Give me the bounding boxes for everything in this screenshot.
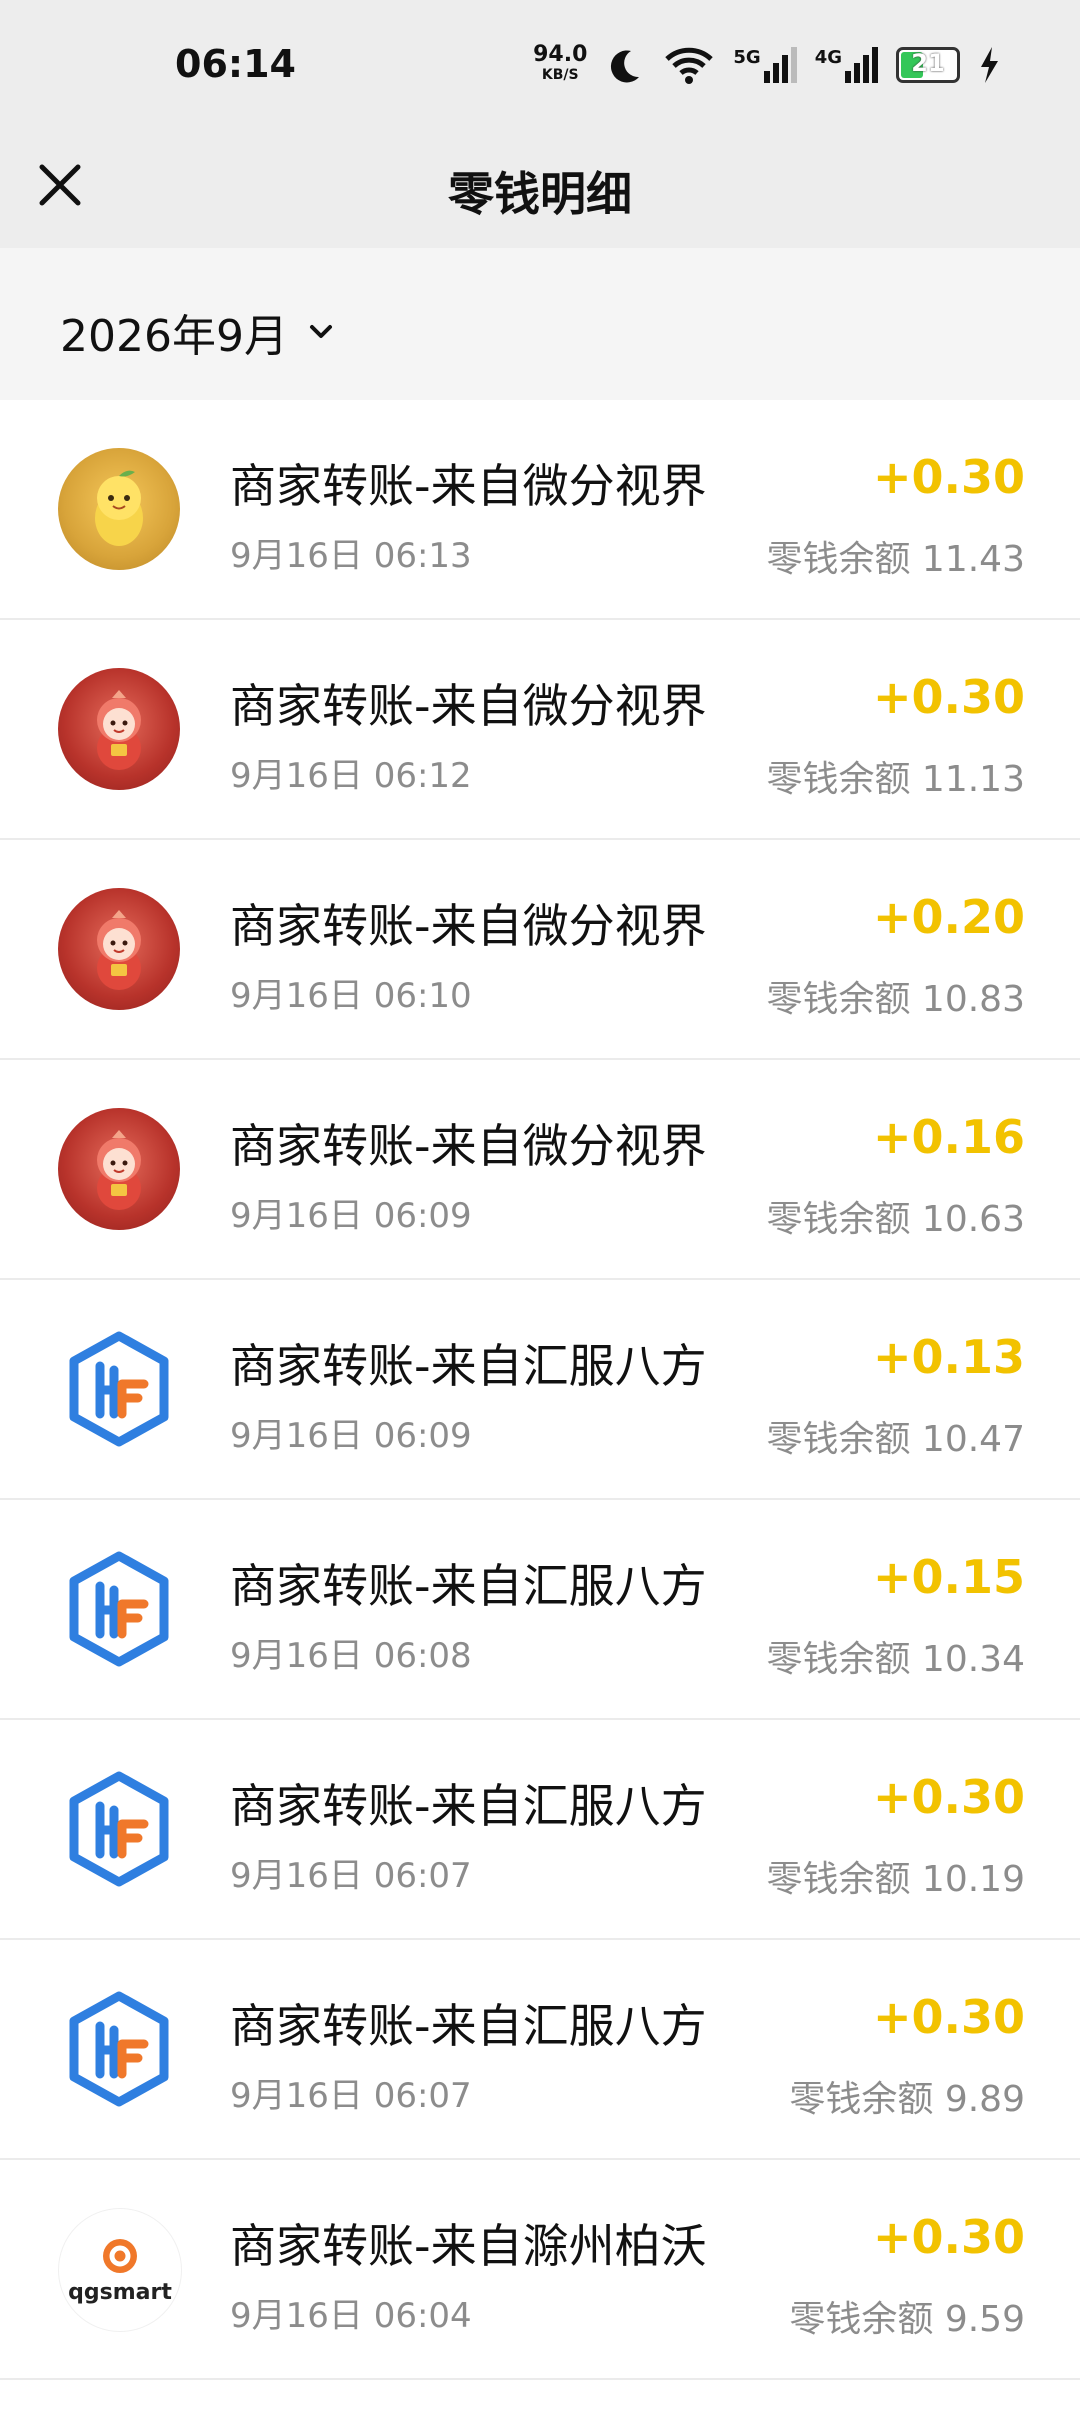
transaction-amount: +0.15 xyxy=(872,1550,1025,1604)
transaction-amount: +0.16 xyxy=(872,1110,1025,1164)
balance-after: 零钱余额 10.47 xyxy=(766,1419,1025,1460)
pomegranate-mascot-avatar xyxy=(58,888,180,1010)
signal-4g: 4G xyxy=(815,47,878,83)
transaction-amount: +0.30 xyxy=(872,2210,1025,2264)
transaction-title: 商家转账-来自滁州柏沃 xyxy=(230,2219,707,2273)
balance-after: 零钱余额 11.43 xyxy=(766,539,1025,580)
signal-bars-icon xyxy=(845,47,878,83)
signal-5g: 5G xyxy=(733,47,797,83)
network-speed: 94.0 KB/S xyxy=(533,42,588,84)
status-bar: 06:14 94.0 KB/S 5G 4G 21 xyxy=(0,0,1080,130)
transaction-row[interactable]: 商家转账-来自微分视界 9月16日 06:12 +0.30 零钱余额 11.13 xyxy=(0,620,1080,840)
transaction-row[interactable]: 商家转账-来自微分视界 9月16日 06:13 +0.30 零钱余额 11.43 xyxy=(0,400,1080,620)
hf-logo-avatar xyxy=(58,1768,180,1890)
transaction-time: 9月16日 06:07 xyxy=(230,2076,472,2116)
month-selector[interactable]: 2026年9月 xyxy=(60,300,336,364)
transaction-amount: +0.30 xyxy=(872,1990,1025,2044)
transaction-time: 9月16日 06:08 xyxy=(230,1636,472,1676)
transaction-time: 9月16日 06:07 xyxy=(230,1856,472,1896)
signal-bars-icon xyxy=(763,47,797,83)
transaction-title: 商家转账-来自汇服八方 xyxy=(230,1339,707,1393)
transaction-list: 商家转账-来自微分视界 9月16日 06:13 +0.30 零钱余额 11.43 商家转… xyxy=(0,400,1080,2380)
transaction-title: 商家转账-来自微分视界 xyxy=(230,679,707,733)
month-label: 2026年9月 xyxy=(60,311,288,362)
transaction-amount: +0.30 xyxy=(872,670,1025,724)
transaction-time: 9月16日 06:04 xyxy=(230,2296,472,2336)
pomegranate-mascot-avatar xyxy=(58,1108,180,1230)
nav-bar: 零钱明细 xyxy=(0,130,1080,248)
balance-after: 零钱余额 10.83 xyxy=(766,979,1025,1020)
status-time: 06:14 xyxy=(175,42,296,86)
lemon-mascot-avatar xyxy=(58,448,180,570)
transaction-time: 9月16日 06:09 xyxy=(230,1196,472,1236)
balance-after: 零钱余额 10.63 xyxy=(766,1199,1025,1240)
top-bar: 06:14 94.0 KB/S 5G 4G 21 零钱明细 xyxy=(0,0,1080,248)
transaction-title: 商家转账-来自汇服八方 xyxy=(230,1999,707,2053)
transaction-title: 商家转账-来自微分视界 xyxy=(230,899,707,953)
page-title: 零钱明细 xyxy=(448,167,632,221)
hf-logo-avatar xyxy=(58,1328,180,1450)
pomegranate-mascot-avatar xyxy=(58,668,180,790)
transaction-time: 9月16日 06:09 xyxy=(230,1416,472,1456)
transaction-row[interactable]: 商家转账-来自微分视界 9月16日 06:10 +0.20 零钱余额 10.83 xyxy=(0,840,1080,1060)
transaction-row[interactable]: 商家转账-来自汇服八方 9月16日 06:09 +0.13 零钱余额 10.47 xyxy=(0,1280,1080,1500)
transaction-time: 9月16日 06:12 xyxy=(230,756,472,796)
balance-after: 零钱余额 9.89 xyxy=(789,2079,1025,2120)
balance-after: 零钱余额 9.59 xyxy=(789,2299,1025,2340)
balance-after: 零钱余额 11.13 xyxy=(766,759,1025,800)
moon-icon xyxy=(611,50,640,83)
transaction-title: 商家转账-来自微分视界 xyxy=(230,1119,707,1173)
transaction-row[interactable]: 商家转账-来自汇服八方 9月16日 06:07 +0.30 零钱余额 10.19 xyxy=(0,1720,1080,1940)
transaction-amount: +0.30 xyxy=(872,1770,1025,1824)
chevron-down-icon xyxy=(309,325,332,338)
hf-logo-avatar xyxy=(58,1548,180,1670)
hf-logo-avatar xyxy=(58,1988,180,2110)
transaction-title: 商家转账-来自汇服八方 xyxy=(230,1779,707,1833)
transaction-time: 9月16日 06:10 xyxy=(230,976,472,1016)
charging-bolt-icon xyxy=(981,47,998,83)
transaction-amount: +0.13 xyxy=(872,1330,1025,1384)
transaction-time: 9月16日 06:13 xyxy=(230,536,472,576)
balance-after: 零钱余额 10.19 xyxy=(766,1859,1025,1900)
qgsmart-logo-avatar: qgsmart xyxy=(58,2208,182,2332)
status-icons: 94.0 KB/S 5G 4G 21 xyxy=(533,40,1000,90)
transaction-row[interactable]: 商家转账-来自微分视界 9月16日 06:09 +0.16 零钱余额 10.63 xyxy=(0,1060,1080,1280)
balance-after: 零钱余额 10.34 xyxy=(766,1639,1025,1680)
transaction-row[interactable]: 商家转账-来自汇服八方 9月16日 06:07 +0.30 零钱余额 9.89 xyxy=(0,1940,1080,2160)
transaction-title: 商家转账-来自汇服八方 xyxy=(230,1559,707,1613)
transaction-row[interactable]: qgsmart 商家转账-来自滁州柏沃 9月16日 06:04 +0.30 零钱余额 9… xyxy=(0,2160,1080,2380)
transaction-amount: +0.20 xyxy=(872,890,1025,944)
wifi-icon xyxy=(665,47,714,84)
transaction-row[interactable]: 商家转账-来自汇服八方 9月16日 06:08 +0.15 零钱余额 10.34 xyxy=(0,1500,1080,1720)
transaction-title: 商家转账-来自微分视界 xyxy=(230,459,707,513)
battery-icon: 21 xyxy=(896,47,960,83)
transaction-amount: +0.30 xyxy=(872,450,1025,504)
month-filter-bar: 2026年9月 xyxy=(0,248,1080,400)
